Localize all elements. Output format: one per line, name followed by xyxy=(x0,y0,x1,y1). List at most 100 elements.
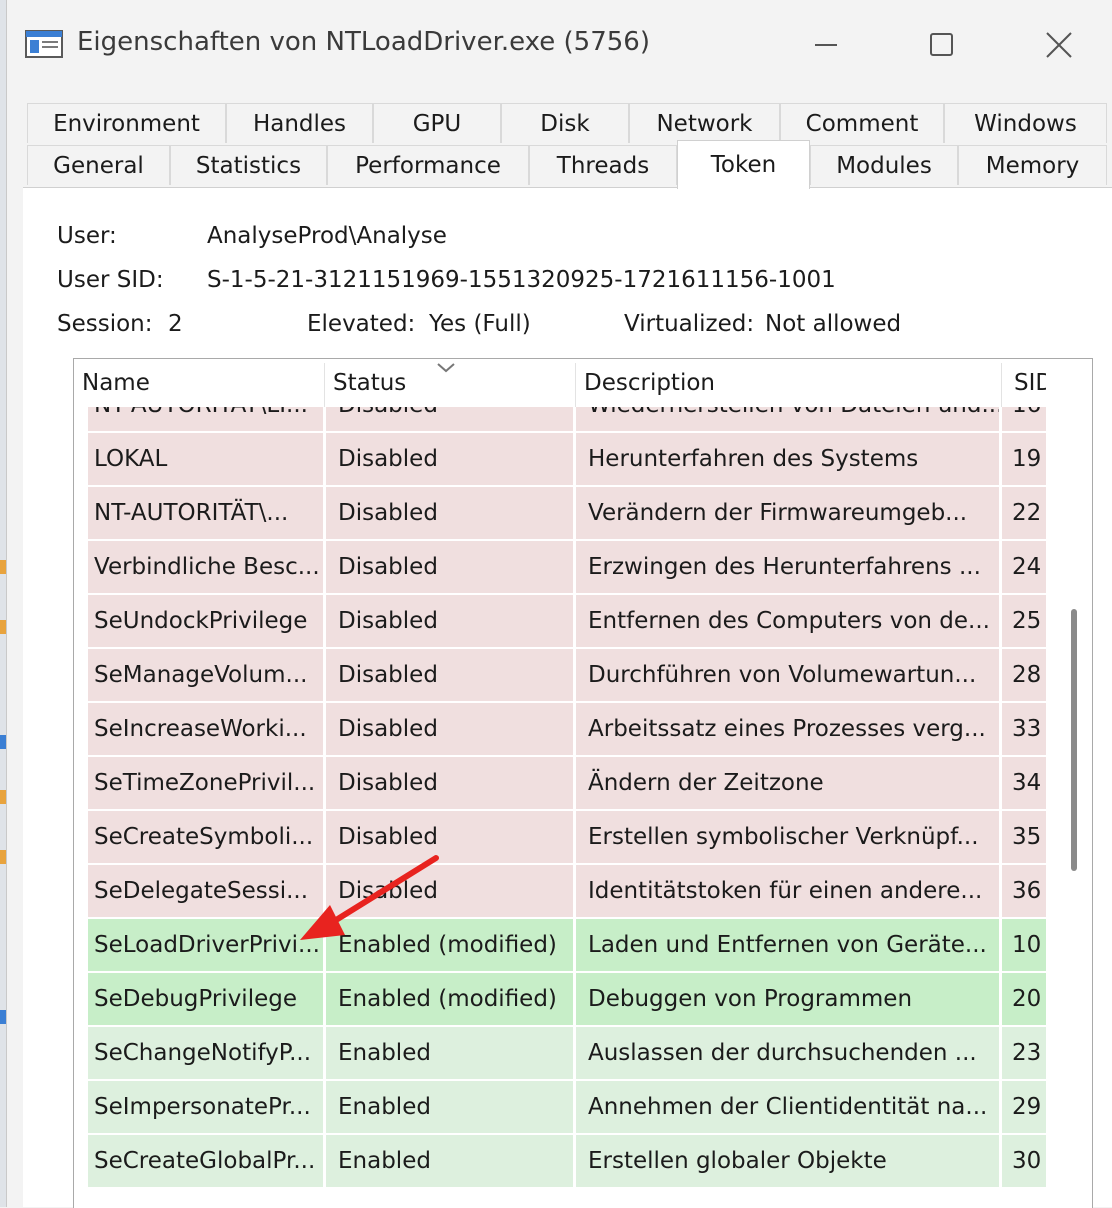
cell-sid: 28 xyxy=(1002,649,1046,701)
properties-window: Eigenschaften von NTLoadDriver.exe (5756… xyxy=(6,0,1112,1208)
cell-description: Erstellen globaler Objekte xyxy=(576,1135,999,1187)
cell-name: Verbindliche Besc... xyxy=(88,541,323,593)
maximize-button[interactable] xyxy=(907,20,977,70)
virtualized-value: Not allowed xyxy=(765,311,902,337)
virtualized-label: Virtualized: xyxy=(624,311,755,337)
cell-status: Disabled xyxy=(326,433,573,485)
cell-name: NT-AUTORITÄT\... xyxy=(88,487,323,539)
tab-general[interactable]: General xyxy=(27,145,170,185)
cell-status: Disabled xyxy=(326,865,573,917)
cell-name: LOKAL xyxy=(88,433,323,485)
cell-status: Disabled xyxy=(326,757,573,809)
elevated-value: Yes (Full) xyxy=(429,311,531,337)
cell-status: Enabled xyxy=(326,1027,573,1079)
cell-sid: 19 xyxy=(1002,433,1046,485)
cell-sid: 25 xyxy=(1002,595,1046,647)
table-row[interactable]: LOKAL Disabled Herunterfahren des Systems 1… xyxy=(74,433,1092,485)
cell-status: Enabled xyxy=(326,1135,573,1187)
tab-modules[interactable]: Modules xyxy=(810,145,958,185)
table-row[interactable]: SeChangeNotifyP... Enabled Auslassen der d… xyxy=(74,1027,1092,1079)
table-row[interactable]: NT-AUTORITÄT\... Disabled Verändern der Fi… xyxy=(74,487,1092,539)
tab-gpu[interactable]: GPU xyxy=(373,103,501,143)
cell-description: Arbeitssatz eines Prozesses verg... xyxy=(576,703,999,755)
cell-name: SeDelegateSessi... xyxy=(88,865,323,917)
cell-name: SeDebugPrivilege xyxy=(88,973,323,1025)
cell-status: Enabled xyxy=(326,1081,573,1133)
cell-name: SeImpersonatePr... xyxy=(88,1081,323,1133)
cell-description: Erstellen symbolischer Verknüpf... xyxy=(576,811,999,863)
table-row[interactable]: SeIncreaseWorki... Disabled Arbeitssatz ei… xyxy=(74,703,1092,755)
tab-statistics[interactable]: Statistics xyxy=(170,145,327,185)
cell-status: Disabled xyxy=(326,649,573,701)
minimize-icon xyxy=(815,44,837,46)
tab-disk[interactable]: Disk xyxy=(501,103,629,143)
cell-description: Erzwingen des Herunterfahrens ... xyxy=(576,541,999,593)
cell-name: SeCreateGlobalPr... xyxy=(88,1135,323,1187)
session-label: Session: xyxy=(57,311,153,337)
title-bar[interactable]: Eigenschaften von NTLoadDriver.exe (5756… xyxy=(7,0,1112,92)
close-icon xyxy=(1046,32,1072,58)
tab-threads[interactable]: Threads xyxy=(529,145,677,185)
user-label: User: xyxy=(57,223,117,249)
privileges-list[interactable]: Name Status Description SID NT-AUTORITÄT… xyxy=(73,358,1093,1208)
tab-token[interactable]: Token xyxy=(677,140,810,189)
table-row[interactable]: SeDelegateSessi... Disabled Identitätstoke… xyxy=(74,865,1092,917)
table-row[interactable]: SeCreateSymboli... Disabled Erstellen symb… xyxy=(74,811,1092,863)
cell-status: Enabled (modified) xyxy=(326,973,573,1025)
tab-windows[interactable]: Windows xyxy=(944,103,1107,143)
cell-sid: 20 xyxy=(1002,973,1046,1025)
vertical-scrollbar[interactable] xyxy=(1071,609,1077,871)
cell-name: SeLoadDriverPrivi... xyxy=(88,919,323,971)
list-header: Name Status Description SID xyxy=(74,359,1092,407)
window-title: Eigenschaften von NTLoadDriver.exe (5756… xyxy=(77,27,650,57)
table-row[interactable]: Verbindliche Besc... Disabled Erzwingen de… xyxy=(74,541,1092,593)
cell-status: Disabled xyxy=(326,703,573,755)
cell-name: SeChangeNotifyP... xyxy=(88,1027,323,1079)
maximize-icon xyxy=(930,33,953,56)
cell-sid: 30 xyxy=(1002,1135,1046,1187)
cell-description: Identitätstoken für einen andere... xyxy=(576,865,999,917)
cell-name: SeUndockPrivilege xyxy=(88,595,323,647)
cell-name: SeCreateSymboli... xyxy=(88,811,323,863)
cell-description: Entfernen des Computers von de... xyxy=(576,595,999,647)
cell-sid: 10 xyxy=(1002,919,1046,971)
table-row[interactable]: SeCreateGlobalPr... Enabled Erstellen glob… xyxy=(74,1135,1092,1187)
cell-sid: 29 xyxy=(1002,1081,1046,1133)
elevated-label: Elevated: xyxy=(307,311,416,337)
tab-memory[interactable]: Memory xyxy=(958,145,1107,185)
tab-network[interactable]: Network xyxy=(629,103,780,143)
user-sid-value: S-1-5-21-3121151969-1551320925-172161115… xyxy=(207,267,836,293)
session-value: 2 xyxy=(168,311,183,337)
tab-performance[interactable]: Performance xyxy=(327,145,529,185)
cell-sid: 34 xyxy=(1002,757,1046,809)
table-row[interactable]: SeDebugPrivilege Enabled (modified) Debugg… xyxy=(74,973,1092,1025)
table-row[interactable]: SeLoadDriverPrivi... Enabled (modified) La… xyxy=(74,919,1092,971)
minimize-button[interactable] xyxy=(791,20,861,70)
column-header-sid[interactable]: SID xyxy=(1002,359,1046,407)
table-row[interactable]: SeTimeZonePrivil... Disabled Ändern der Ze… xyxy=(74,757,1092,809)
cell-sid: 23 xyxy=(1002,1027,1046,1079)
cell-description: Herunterfahren des Systems xyxy=(576,433,999,485)
cell-name: SeManageVolum... xyxy=(88,649,323,701)
cell-sid: 33 xyxy=(1002,703,1046,755)
table-row[interactable]: SeImpersonatePr... Enabled Annehmen der Cl… xyxy=(74,1081,1092,1133)
sort-descending-icon xyxy=(437,363,455,373)
tab-comment[interactable]: Comment xyxy=(780,103,944,143)
cell-description: Durchführen von Volumewartun... xyxy=(576,649,999,701)
user-value: AnalyseProd\Analyse xyxy=(207,223,447,249)
cell-description: Debuggen von Programmen xyxy=(576,973,999,1025)
cell-description: Auslassen der durchsuchenden ... xyxy=(576,1027,999,1079)
cell-status: Disabled xyxy=(326,541,573,593)
cell-description: Verändern der Firmwareumgeb... xyxy=(576,487,999,539)
column-header-name[interactable]: Name xyxy=(74,359,324,407)
table-row[interactable]: SeManageVolum... Disabled Durchführen von … xyxy=(74,649,1092,701)
tab-handles[interactable]: Handles xyxy=(226,103,373,143)
close-button[interactable] xyxy=(1024,20,1094,70)
table-row[interactable]: SeUndockPrivilege Disabled Entfernen des C… xyxy=(74,595,1092,647)
cell-status: Disabled xyxy=(326,487,573,539)
cell-status: Enabled (modified) xyxy=(326,919,573,971)
cell-description: Ändern der Zeitzone xyxy=(576,757,999,809)
tab-environment[interactable]: Environment xyxy=(27,103,226,143)
user-sid-label: User SID: xyxy=(57,267,164,293)
column-header-description[interactable]: Description xyxy=(576,359,1001,407)
